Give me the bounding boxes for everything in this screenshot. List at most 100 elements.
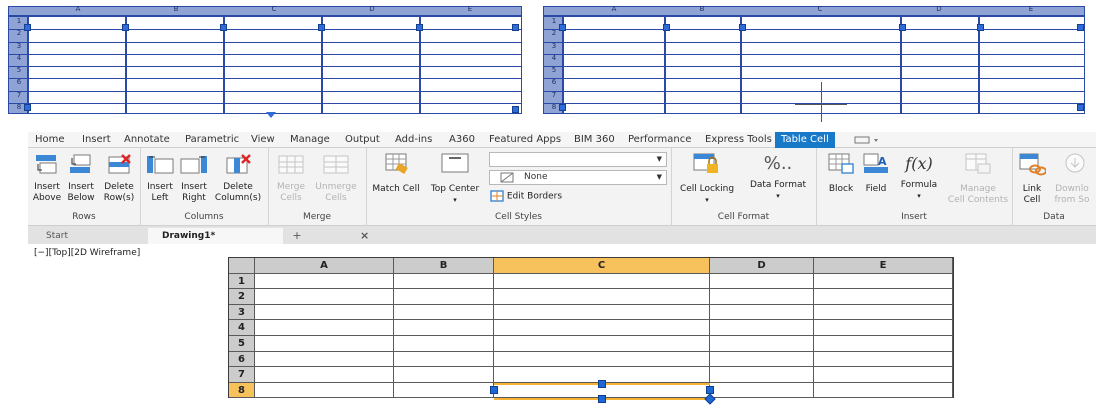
table-cell[interactable] bbox=[494, 336, 710, 352]
table-cell[interactable] bbox=[255, 289, 394, 305]
table-cell[interactable] bbox=[710, 289, 814, 305]
column-header-c[interactable]: C bbox=[494, 258, 710, 274]
background-fill-dropdown[interactable]: None ▼ bbox=[489, 170, 667, 185]
wireframe-table-left[interactable]: ABCDE12345678 bbox=[8, 5, 522, 118]
table-cell[interactable] bbox=[814, 382, 953, 399]
download-from-source-button[interactable]: Downlo from So bbox=[1050, 152, 1094, 206]
row-number-4[interactable]: 4 bbox=[229, 320, 255, 336]
row-number-4[interactable]: 4 bbox=[9, 54, 29, 62]
insert-block-button[interactable]: Block bbox=[824, 152, 858, 195]
match-cell-button[interactable]: Match Cell bbox=[368, 152, 424, 195]
link-cell-button[interactable]: Link Cell bbox=[1016, 152, 1048, 206]
table-cell[interactable] bbox=[494, 273, 710, 290]
tab-performance[interactable]: Performance bbox=[628, 132, 691, 148]
table-cell[interactable] bbox=[394, 382, 494, 399]
table-cell[interactable] bbox=[814, 289, 953, 305]
grip-handle[interactable] bbox=[220, 24, 227, 31]
table-cell[interactable] bbox=[814, 320, 953, 336]
tab-start[interactable]: Start bbox=[46, 228, 146, 244]
row-number-6[interactable]: 6 bbox=[229, 351, 255, 368]
table-cell[interactable] bbox=[494, 289, 710, 305]
grip-handle[interactable] bbox=[122, 24, 129, 31]
row-number-3[interactable]: 3 bbox=[9, 42, 29, 50]
row-number-7[interactable]: 7 bbox=[229, 367, 255, 383]
table-cell[interactable] bbox=[710, 351, 814, 368]
table-cell[interactable] bbox=[394, 289, 494, 305]
grip-handle[interactable] bbox=[739, 24, 746, 31]
grip-handle[interactable] bbox=[663, 24, 670, 31]
tab-insert[interactable]: Insert bbox=[82, 132, 111, 148]
table-cell[interactable] bbox=[494, 320, 710, 336]
column-header-d[interactable]: D bbox=[710, 258, 814, 274]
grip-handle[interactable] bbox=[977, 24, 984, 31]
column-header-e[interactable]: E bbox=[421, 5, 519, 13]
table-cell[interactable] bbox=[255, 304, 394, 321]
insert-above-button[interactable]: Insert Above bbox=[30, 154, 64, 204]
grip-handle[interactable] bbox=[1077, 24, 1084, 31]
data-format-button[interactable]: %.. Data Format ▾ bbox=[746, 152, 810, 202]
wireframe-table-right[interactable]: ABCDE12345678 bbox=[543, 5, 1085, 114]
tab-output[interactable]: Output bbox=[345, 132, 380, 148]
table-cell[interactable] bbox=[710, 367, 814, 383]
table-cell[interactable] bbox=[710, 273, 814, 290]
row-number-1[interactable]: 1 bbox=[229, 273, 255, 290]
insert-right-button[interactable]: Insert Right bbox=[178, 154, 210, 204]
row-number-6[interactable]: 6 bbox=[9, 78, 29, 86]
row-number-3[interactable]: 3 bbox=[544, 42, 564, 50]
grip-handle[interactable] bbox=[24, 104, 31, 111]
table-cell[interactable] bbox=[394, 320, 494, 336]
insert-formula-button[interactable]: f(x) Formula ▾ bbox=[894, 152, 944, 202]
new-tab-button[interactable]: + bbox=[290, 228, 304, 244]
table-cell[interactable] bbox=[814, 367, 953, 383]
tab-drawing1[interactable]: Drawing1* × bbox=[148, 228, 369, 244]
table-cell[interactable] bbox=[255, 320, 394, 336]
table-cell[interactable] bbox=[255, 336, 394, 352]
table-cell[interactable] bbox=[710, 382, 814, 399]
column-header-a[interactable]: A bbox=[255, 258, 394, 274]
tab-featured-apps[interactable]: Featured Apps bbox=[489, 132, 561, 148]
column-header-d[interactable]: D bbox=[900, 5, 978, 13]
table-cell[interactable] bbox=[814, 336, 953, 352]
column-header-c[interactable]: C bbox=[225, 5, 323, 13]
close-icon[interactable]: × bbox=[360, 228, 369, 244]
grip-handle[interactable] bbox=[512, 24, 519, 31]
manage-cell-contents-button[interactable]: Manage Cell Contents bbox=[946, 152, 1010, 206]
table-cell[interactable] bbox=[394, 273, 494, 290]
row-number-4[interactable]: 4 bbox=[544, 54, 564, 62]
insert-field-button[interactable]: A Field bbox=[860, 152, 892, 195]
column-header-d[interactable]: D bbox=[323, 5, 421, 13]
cell-locking-button[interactable]: Cell Locking ▾ bbox=[676, 152, 738, 206]
table-cell[interactable] bbox=[814, 273, 953, 290]
main-table[interactable]: ABCDE 12345678 bbox=[228, 257, 954, 405]
tab-parametric[interactable]: Parametric bbox=[185, 132, 239, 148]
row-number-6[interactable]: 6 bbox=[544, 78, 564, 86]
table-cell[interactable] bbox=[494, 304, 710, 321]
table-cell[interactable] bbox=[494, 351, 710, 368]
grip-handle[interactable] bbox=[512, 106, 519, 113]
column-header-b[interactable]: B bbox=[664, 5, 740, 13]
grip-handle[interactable] bbox=[598, 379, 606, 388]
tab-express-tools[interactable]: Express Tools bbox=[705, 132, 772, 148]
column-header-a[interactable]: A bbox=[29, 5, 127, 13]
column-header-c[interactable]: C bbox=[740, 5, 900, 13]
table-cell[interactable] bbox=[710, 304, 814, 321]
row-number-5[interactable]: 5 bbox=[544, 66, 564, 74]
grip-handle[interactable] bbox=[899, 24, 906, 31]
table-cell[interactable] bbox=[255, 382, 394, 399]
unmerge-cells-button[interactable]: Unmerge Cells bbox=[312, 154, 360, 204]
table-cell[interactable] bbox=[814, 351, 953, 368]
column-header-e[interactable]: E bbox=[814, 258, 953, 274]
top-center-button[interactable]: Top Center ▾ bbox=[426, 152, 484, 206]
tab-manage[interactable]: Manage bbox=[290, 132, 330, 148]
table-cell[interactable] bbox=[394, 351, 494, 368]
column-header-b[interactable]: B bbox=[127, 5, 225, 13]
table-cell[interactable] bbox=[710, 336, 814, 352]
row-number-7[interactable]: 7 bbox=[544, 91, 564, 99]
tab-bim-360[interactable]: BIM 360 bbox=[574, 132, 615, 148]
viewport-controls-label[interactable]: [−][Top][2D Wireframe] bbox=[34, 248, 140, 258]
delete-rows-button[interactable]: Delete Row(s) bbox=[100, 154, 138, 204]
column-header-b[interactable]: B bbox=[394, 258, 494, 274]
row-number-7[interactable]: 7 bbox=[9, 91, 29, 99]
tab-home[interactable]: Home bbox=[35, 132, 65, 148]
table-cell[interactable] bbox=[710, 320, 814, 336]
